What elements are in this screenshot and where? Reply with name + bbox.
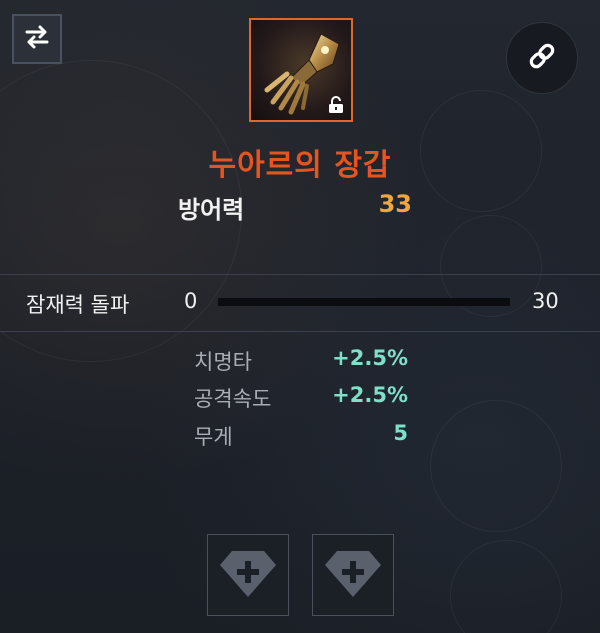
item-name: 누아르의 장갑 [208, 148, 392, 183]
potential-progress-bar [218, 298, 510, 306]
chain-link-icon [526, 40, 558, 76]
background-ring [430, 400, 562, 532]
sub-stat-value-weight: 5 [393, 421, 408, 445]
sub-stat-label-attack-speed: 공격속도 [194, 387, 272, 411]
gem-add-icon [218, 547, 278, 603]
gem-slot-1[interactable] [207, 534, 289, 616]
item-tooltip-panel: 누아르의 장갑 방어력 33 잠재력 돌파 0 30 치명타 +2.5% 공격속… [0, 0, 600, 633]
sub-stat-value-attack-speed: +2.5% [332, 383, 408, 407]
gem-slot-2[interactable] [312, 534, 394, 616]
divider [0, 331, 600, 332]
defense-label: 방어력 [178, 196, 245, 224]
link-item-button[interactable] [506, 22, 578, 94]
potential-max: 30 [532, 289, 559, 313]
divider [0, 274, 600, 275]
sub-stat-value-critical: +2.5% [332, 346, 408, 370]
defense-value: 33 [378, 190, 412, 218]
gem-add-icon [323, 547, 383, 603]
background-ring [450, 540, 562, 633]
sub-stat-label-critical: 치명타 [194, 350, 252, 374]
item-icon-frame[interactable] [249, 18, 353, 122]
sub-stat-label-weight: 무게 [194, 425, 233, 449]
swap-arrows-icon [23, 25, 51, 53]
potential-min: 0 [184, 289, 198, 313]
potential-label: 잠재력 돌파 [26, 293, 130, 317]
compare-button[interactable] [12, 14, 62, 64]
unlock-icon [327, 96, 345, 114]
